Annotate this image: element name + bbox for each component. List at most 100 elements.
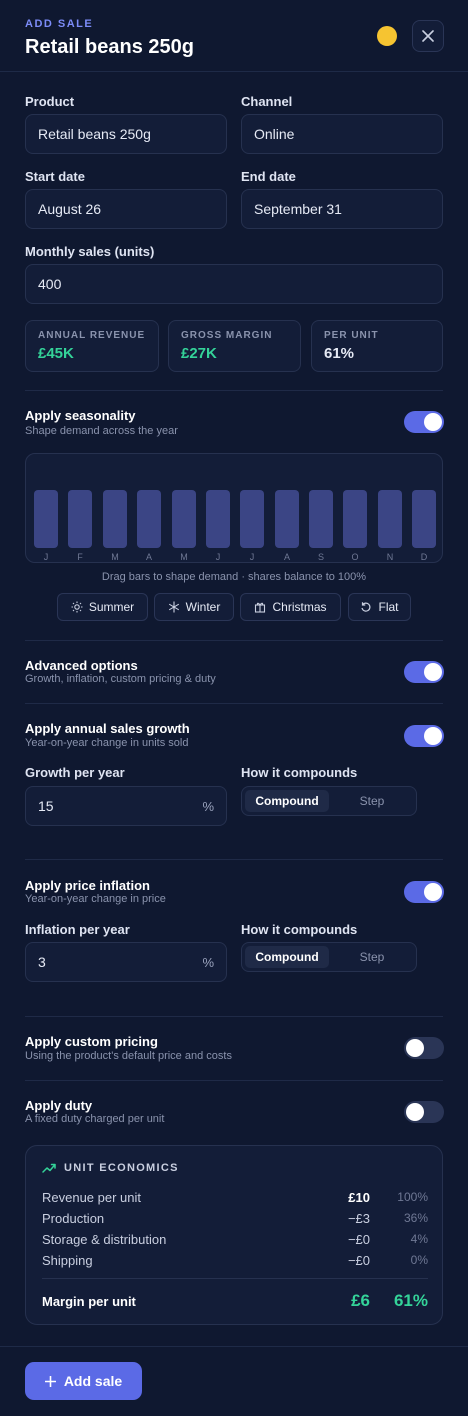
gift-icon <box>255 602 266 613</box>
growth-subtitle: Year-on-year change in units sold <box>25 737 189 749</box>
econ-divider <box>42 1278 428 1279</box>
month-bar-apr[interactable] <box>137 490 161 548</box>
toggle-knob <box>406 1039 424 1057</box>
unit-economics-heading: UNIT ECONOMICS <box>42 1162 179 1174</box>
preset-flat-button[interactable]: Flat <box>348 593 411 621</box>
month-label: A <box>145 552 152 562</box>
margin-value: £6 <box>351 1291 370 1310</box>
month-label: J <box>249 552 255 562</box>
econ-row-storage: Storage & distribution −£0 4% <box>42 1232 428 1250</box>
duty-title: Apply duty <box>25 1098 93 1113</box>
step-option[interactable]: Step <box>330 790 414 812</box>
growth-toggle[interactable] <box>404 725 444 747</box>
month-bar-jun[interactable] <box>206 490 230 548</box>
monthly-sales-label: Monthly sales (units) <box>25 244 155 259</box>
row-name: Shipping <box>42 1253 93 1268</box>
custom-pricing-subtitle: Using the product's default price and co… <box>25 1050 232 1062</box>
growth-title: Apply annual sales growth <box>25 721 190 736</box>
page-title: Retail beans 250g <box>25 36 194 58</box>
month-bar-jan[interactable] <box>34 490 58 548</box>
duty-toggle[interactable] <box>404 1101 444 1123</box>
row-percent: 4% <box>410 1232 428 1246</box>
econ-row-revenue: Revenue per unit £10 100% <box>42 1190 428 1208</box>
step-option[interactable]: Step <box>330 946 414 968</box>
month-label: M <box>180 552 188 562</box>
toggle-knob <box>424 727 442 745</box>
stat-label: GROSS MARGIN <box>181 330 273 341</box>
stat-label: PER UNIT <box>324 330 379 341</box>
end-date-label: End date <box>241 169 296 184</box>
section-divider <box>25 1080 443 1081</box>
row-name: Revenue per unit <box>42 1190 142 1205</box>
row-value: £10 <box>348 1190 370 1205</box>
inflation-toggle[interactable] <box>404 881 444 903</box>
compound-option[interactable]: Compound <box>245 790 329 812</box>
product-value: Retail beans 250g <box>38 126 151 142</box>
row-value: −£0 <box>347 1253 370 1268</box>
add-sale-button[interactable]: Add sale <box>25 1362 142 1400</box>
growth-compound-toggle: Compound Step <box>241 786 417 816</box>
month-bar-dec[interactable] <box>412 490 436 548</box>
growth-rate-value: 15 <box>38 798 54 814</box>
percent-suffix: % <box>202 799 214 814</box>
channel-label: Channel <box>241 94 293 109</box>
compound-option[interactable]: Compound <box>245 946 329 968</box>
row-percent: 36% <box>403 1211 428 1225</box>
section-divider <box>25 390 443 391</box>
stat-value: £45K <box>38 345 74 362</box>
end-date-value: September 31 <box>254 201 342 217</box>
advanced-toggle[interactable] <box>404 661 444 683</box>
inflation-rate-input[interactable]: 3 % <box>25 942 227 982</box>
close-button[interactable] <box>412 20 444 52</box>
preset-winter-button[interactable]: Winter <box>154 593 234 621</box>
month-bar-may[interactable] <box>172 490 196 548</box>
annual-revenue-card: ANNUAL REVENUE £45K <box>25 320 159 372</box>
custom-pricing-title: Apply custom pricing <box>25 1034 158 1049</box>
product-select[interactable]: Retail beans 250g <box>25 114 227 154</box>
growth-rate-label: Growth per year <box>25 765 125 780</box>
end-date-field[interactable]: September 31 <box>241 189 443 229</box>
month-label: M <box>111 552 119 562</box>
econ-row-production: Production −£3 36% <box>42 1211 428 1229</box>
growth-compound-label: How it compounds <box>241 765 358 780</box>
growth-rate-input[interactable]: 15 % <box>25 786 227 826</box>
start-date-field[interactable]: August 26 <box>25 189 227 229</box>
row-value: −£3 <box>347 1211 370 1226</box>
month-bar-sep[interactable] <box>309 490 333 548</box>
per-unit-card: PER UNIT 61% <box>311 320 443 372</box>
month-bar-feb[interactable] <box>68 490 92 548</box>
reset-icon <box>361 602 371 612</box>
plus-icon <box>44 1375 56 1387</box>
margin-row: Margin per unit £6 61% <box>42 1291 428 1313</box>
custom-pricing-toggle[interactable] <box>404 1037 444 1059</box>
monthly-sales-value: 400 <box>38 276 62 292</box>
month-label: J <box>215 552 221 562</box>
seasonality-toggle[interactable] <box>404 411 444 433</box>
unit-economics-card: UNIT ECONOMICS Revenue per unit £10 100%… <box>25 1145 443 1325</box>
duty-subtitle: A fixed duty charged per unit <box>25 1113 165 1125</box>
month-bar-mar[interactable] <box>103 490 127 548</box>
row-name: Storage & distribution <box>42 1232 167 1247</box>
month-label: O <box>351 552 359 562</box>
close-icon <box>422 30 434 42</box>
preset-label: Summer <box>88 600 135 614</box>
monthly-sales-input[interactable]: 400 <box>25 264 443 304</box>
seasonality-hint: Drag bars to shape demand · shares balan… <box>101 571 367 583</box>
toggle-knob <box>406 1103 424 1121</box>
preset-christmas-button[interactable]: Christmas <box>240 593 341 621</box>
stat-value: 61% <box>324 345 355 362</box>
month-bar-aug[interactable] <box>275 490 299 548</box>
preset-label: Christmas <box>272 600 327 614</box>
inflation-rate-value: 3 <box>38 954 46 970</box>
preset-summer-button[interactable]: Summer <box>57 593 148 621</box>
percent-suffix: % <box>202 955 214 970</box>
channel-select[interactable]: Online <box>241 114 443 154</box>
month-bar-nov[interactable] <box>378 490 402 548</box>
month-label: N <box>386 552 394 562</box>
month-label: F <box>77 552 83 562</box>
stat-value: £27K <box>181 345 217 362</box>
month-bar-jul[interactable] <box>240 490 264 548</box>
inflation-title: Apply price inflation <box>25 878 150 893</box>
row-percent: 0% <box>410 1253 428 1267</box>
month-bar-oct[interactable] <box>343 490 367 548</box>
